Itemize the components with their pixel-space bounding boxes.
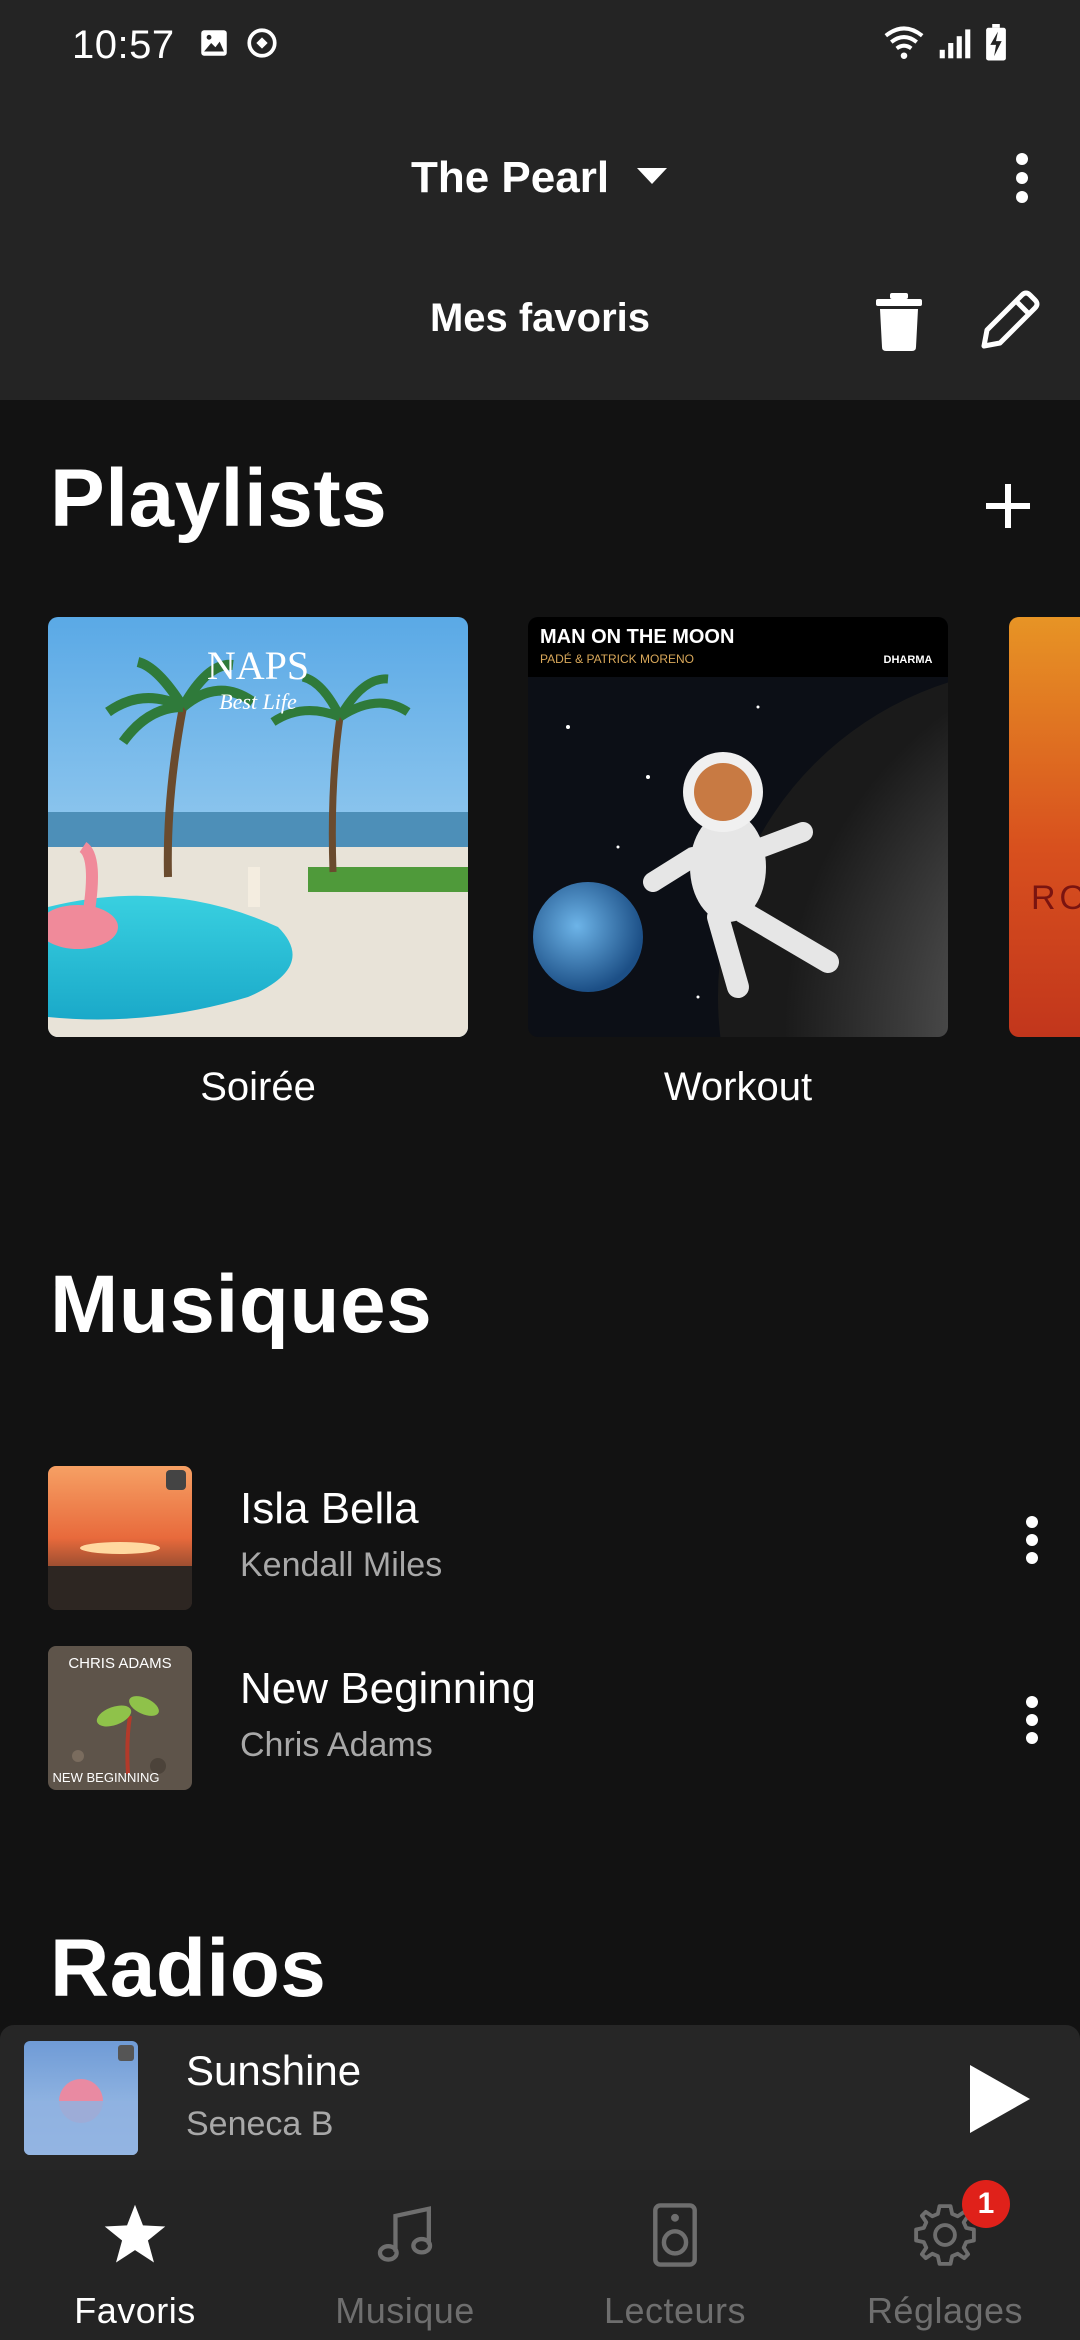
bottom-navigation: Favoris Musique Lecteurs 1 Réglages (0, 2170, 1080, 2340)
pencil-icon (981, 290, 1040, 349)
speaker-icon (640, 2200, 710, 2270)
dropdown-arrow-icon (635, 166, 669, 191)
add-playlist-button[interactable] (978, 476, 1038, 536)
now-playing-cover (24, 2041, 138, 2155)
nav-item-musique[interactable]: Musique (270, 2170, 540, 2340)
status-right-icons (882, 23, 1008, 68)
song-more-button[interactable] (1004, 1500, 1060, 1580)
song-artist: Kendall Miles (240, 1546, 443, 1584)
status-left-icons (197, 26, 279, 65)
playlists-heading: Playlists (50, 453, 388, 544)
nav-item-favoris[interactable]: Favoris (0, 2170, 270, 2340)
play-icon (970, 2065, 1030, 2133)
status-bar: 10:57 (0, 0, 1080, 90)
now-playing-artist: Seneca B (186, 2105, 334, 2143)
song-more-button[interactable] (1004, 1680, 1060, 1760)
image-icon (197, 26, 231, 65)
cover-text-artists: PADÉ & PATRICK MORENO (540, 651, 694, 666)
wifi-icon (882, 23, 926, 68)
nav-item-lecteurs[interactable]: Lecteurs (540, 2170, 810, 2340)
cover-text-bottom: NEW BEGINNING (53, 1770, 160, 1785)
battery-charging-icon (984, 23, 1008, 67)
app-screen: 10:57 The Pearl Mes favoris Playlists NA… (0, 0, 1080, 2340)
nav-item-reglages[interactable]: 1 Réglages (810, 2170, 1080, 2340)
song-artist: Chris Adams (240, 1726, 433, 1764)
cover-subtext: Best Life (219, 689, 297, 714)
app-header: The Pearl Mes favoris (0, 90, 1080, 400)
cover-text-naps: NAPS (207, 643, 309, 688)
edit-button[interactable] (970, 282, 1048, 360)
nav-label: Musique (335, 2290, 475, 2331)
playlist-cover: MAN ON THE MOON PADÉ & PATRICK MORENO DH… (528, 617, 948, 1037)
more-vertical-icon (1016, 153, 1028, 203)
sync-icon (245, 26, 279, 65)
signal-icon (938, 25, 972, 66)
nav-label: Lecteurs (603, 2290, 747, 2331)
more-vertical-icon (1026, 1516, 1038, 1564)
song-cover (48, 1466, 192, 1610)
song-row[interactable]: Isla Bella Kendall Miles (0, 1464, 1080, 1614)
device-name: The Pearl (410, 153, 610, 202)
mini-player[interactable]: Sunshine Seneca B (0, 2025, 1080, 2170)
more-options-button[interactable] (990, 138, 1054, 218)
notification-badge: 1 (962, 2180, 1010, 2228)
playlist-card-partial[interactable]: RO (1009, 617, 1080, 1037)
cover-text-title: MAN ON THE MOON (540, 626, 734, 648)
song-cover: CHRIS ADAMS NEW BEGINNING (48, 1646, 192, 1790)
more-vertical-icon (1026, 1696, 1038, 1744)
cover-text-partial: RO (1031, 879, 1080, 917)
nav-label: Favoris (74, 2290, 196, 2331)
song-row[interactable]: CHRIS ADAMS NEW BEGINNING New Beginning … (0, 1644, 1080, 1794)
songs-heading: Musiques (50, 1259, 433, 1350)
status-time: 10:57 (72, 22, 175, 67)
song-title: Isla Bella (240, 1484, 419, 1533)
playlist-cover: NAPS Best Life (48, 617, 468, 1037)
music-note-icon (370, 2200, 440, 2270)
nav-label: Réglages (866, 2290, 1024, 2331)
playlist-card-workout[interactable]: MAN ON THE MOON PADÉ & PATRICK MORENO DH… (528, 617, 948, 1110)
radios-heading: Radios (50, 1923, 327, 2014)
song-title: New Beginning (240, 1664, 536, 1713)
plus-icon (986, 484, 1030, 528)
playlist-label: Soirée (200, 1065, 316, 1109)
delete-button[interactable] (866, 286, 932, 358)
now-playing-title: Sunshine (186, 2047, 362, 2094)
cover-text-top: CHRIS ADAMS (68, 1655, 171, 1672)
gear-icon: 1 (910, 2180, 1010, 2270)
trash-icon (876, 293, 922, 351)
play-button[interactable] (960, 2059, 1040, 2139)
playlist-card-soiree[interactable]: NAPS Best Life Soirée (48, 617, 468, 1110)
device-selector[interactable]: The Pearl (0, 138, 1080, 218)
star-icon (100, 2200, 170, 2270)
playlist-label: Workout (663, 1065, 813, 1109)
cover-text-brand: DHARMA (884, 654, 933, 666)
